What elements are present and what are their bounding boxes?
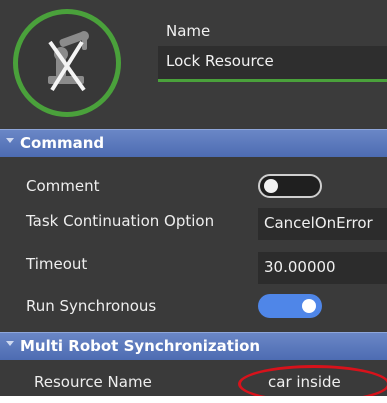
collapse-arrow-icon[interactable] — [6, 138, 14, 143]
robot-arm-crossed-icon — [13, 9, 121, 117]
name-value: Lock Resource — [166, 52, 274, 70]
comment-label: Comment — [26, 177, 100, 195]
timeout-input[interactable]: 30.00000 — [258, 252, 387, 284]
timeout-label: Timeout — [26, 255, 88, 273]
toggle-knob — [264, 179, 278, 193]
run-synchronous-label: Run Synchronous — [26, 297, 157, 315]
resource-name-label: Resource Name — [34, 373, 152, 391]
run-synchronous-toggle[interactable] — [258, 294, 322, 318]
task-continuation-value: CancelOnError — [264, 214, 373, 232]
section-command-header[interactable]: Command — [0, 129, 387, 157]
comment-toggle[interactable] — [258, 174, 322, 198]
name-field[interactable]: Lock Resource — [158, 46, 387, 82]
bottom-margin — [0, 396, 387, 403]
name-label: Name — [166, 22, 211, 40]
section-multi-robot-header[interactable]: Multi Robot Synchronization — [0, 332, 387, 360]
collapse-arrow-icon[interactable] — [6, 341, 14, 346]
properties-panel: Name Lock Resource Command Comment Task … — [0, 0, 387, 403]
timeout-value: 30.00000 — [264, 258, 336, 276]
toggle-knob — [302, 299, 316, 313]
section-multi-robot-label: Multi Robot Synchronization — [20, 337, 261, 355]
task-continuation-label: Task Continuation Option — [26, 212, 215, 230]
panel-header: Name Lock Resource — [0, 0, 387, 128]
task-continuation-select[interactable]: CancelOnError — [258, 208, 387, 240]
section-command-label: Command — [20, 134, 105, 152]
